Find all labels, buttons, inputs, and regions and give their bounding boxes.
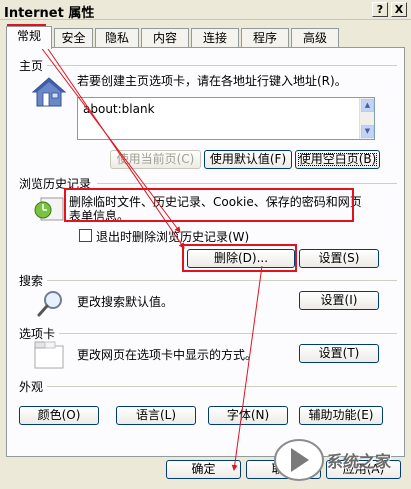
tab-general[interactable]: 常规	[6, 26, 52, 49]
watermark-text: 系统之家	[327, 452, 392, 471]
guide-arrows	[39, 45, 263, 471]
watermark: 系统之家	[269, 430, 409, 486]
arrow-to-ok	[231, 265, 263, 471]
arrow-to-delete	[45, 45, 185, 249]
